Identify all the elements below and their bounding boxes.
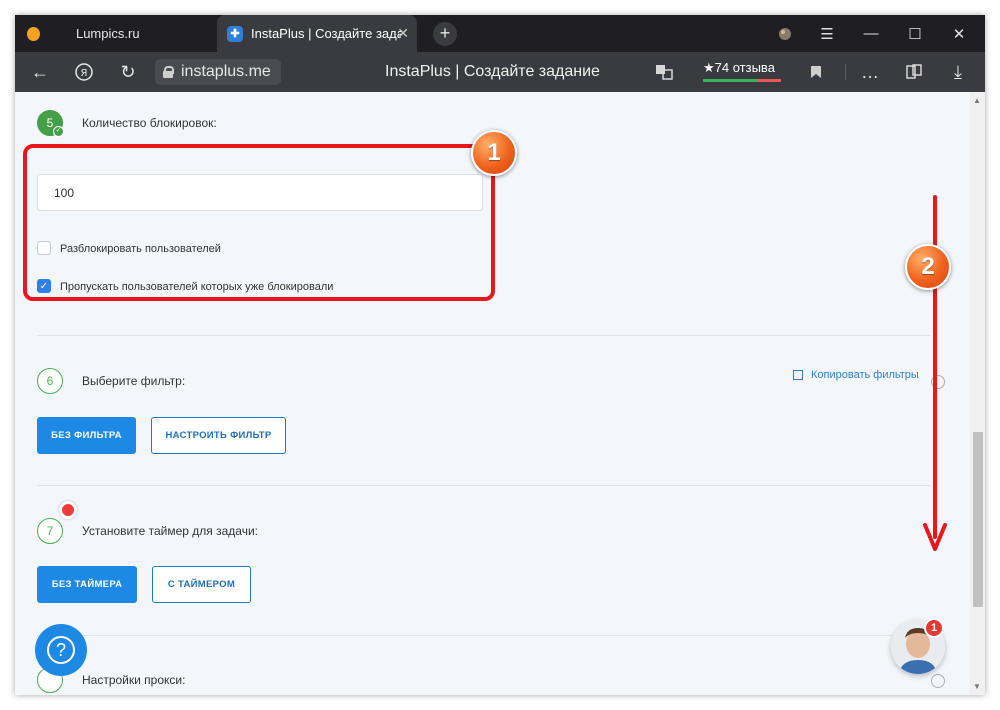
reviews-widget[interactable]: ★74 отзыва: [703, 60, 781, 82]
svg-text:Я: Я: [81, 68, 88, 79]
toolbar-separator: [845, 64, 846, 80]
reviews-count: ★74 отзыва: [703, 60, 775, 75]
back-icon[interactable]: ←: [27, 60, 53, 84]
bookmark-icon[interactable]: [803, 60, 829, 84]
page-title: InstaPlus | Создайте задание: [385, 63, 600, 80]
copy-icon: [793, 370, 803, 380]
step-label-filter: Выберите фильтр:: [82, 374, 186, 388]
step-complete-check-icon: ✓: [53, 126, 64, 137]
profile-icon[interactable]: [763, 15, 807, 52]
help-button[interactable]: ?: [35, 624, 87, 676]
collections-icon[interactable]: [901, 60, 927, 84]
scroll-down-arrow-icon: [923, 195, 947, 551]
scroll-up-icon[interactable]: ▲: [973, 96, 981, 105]
page-content: 5 ✓ Количество блокировок: 100 Разблокир…: [15, 92, 970, 695]
step-label-block-count: Количество блокировок:: [82, 116, 217, 130]
callout-1: 1: [471, 130, 517, 176]
step-number-6: 6: [37, 368, 63, 394]
highlight-frame: [23, 144, 495, 301]
instaplus-favicon-icon: ✚: [227, 25, 243, 42]
no-timer-button[interactable]: БЕЗ ТАЙМЕРА: [37, 566, 137, 603]
tab-instaplus[interactable]: ✚ InstaPlus | Создайте задание ✕: [217, 15, 417, 52]
scroll-thumb[interactable]: [973, 432, 983, 607]
url-field[interactable]: instaplus.me: [155, 59, 281, 85]
url-text: instaplus.me: [181, 63, 271, 80]
tab-bar: Lumpics.ru ✚ InstaPlus | Создайте задани…: [15, 15, 985, 52]
chat-unread-badge: 1: [924, 618, 944, 638]
callout-2: 2: [905, 244, 951, 290]
step-number-7: 7: [37, 518, 63, 544]
scroll-down-icon[interactable]: ▼: [973, 682, 981, 691]
reviews-rating-bar: [703, 79, 781, 82]
reload-icon[interactable]: ↻: [115, 60, 141, 84]
copy-filters-label: Копировать фильтры: [811, 369, 919, 381]
address-bar: ← Я ↻ instaplus.me InstaPlus | Создайте …: [15, 52, 985, 92]
more-icon[interactable]: …: [857, 60, 883, 84]
tab-lumpics[interactable]: Lumpics.ru: [15, 15, 215, 52]
lock-icon: [163, 66, 174, 78]
info-icon[interactable]: [931, 674, 945, 688]
configure-filter-button[interactable]: НАСТРОИТЬ ФИЛЬТР: [151, 417, 286, 454]
step-label-timer: Установите таймер для задачи:: [82, 524, 258, 538]
lumpics-favicon-icon: [27, 26, 40, 41]
notification-dot: [59, 501, 77, 519]
translate-icon[interactable]: [651, 60, 677, 84]
section-divider: [37, 335, 930, 336]
section-divider: [37, 635, 930, 636]
page-scrollbar[interactable]: ▲ ▼: [970, 92, 985, 695]
question-icon: ?: [47, 636, 75, 664]
step-label-proxy: Настройки прокси:: [82, 673, 186, 687]
yandex-icon[interactable]: Я: [71, 60, 97, 84]
tab-title: InstaPlus | Создайте задание: [251, 26, 401, 41]
section-divider: [37, 485, 930, 486]
tab-title: Lumpics.ru: [75, 26, 140, 41]
browser-window: Lumpics.ru ✚ InstaPlus | Создайте задани…: [15, 15, 985, 695]
close-window-icon[interactable]: ✕: [937, 15, 981, 52]
minimize-icon[interactable]: —: [849, 15, 893, 52]
with-timer-button[interactable]: С ТАЙМЕРОМ: [152, 566, 251, 603]
close-tab-icon[interactable]: ✕: [397, 25, 409, 42]
new-tab-button[interactable]: +: [433, 22, 457, 46]
maximize-icon[interactable]: ☐: [893, 15, 937, 52]
copy-filters-link[interactable]: Копировать фильтры: [793, 369, 919, 381]
menu-icon[interactable]: ☰: [805, 15, 849, 52]
download-icon[interactable]: ⤓: [945, 60, 971, 84]
no-filter-button[interactable]: БЕЗ ФИЛЬТРА: [37, 417, 136, 454]
